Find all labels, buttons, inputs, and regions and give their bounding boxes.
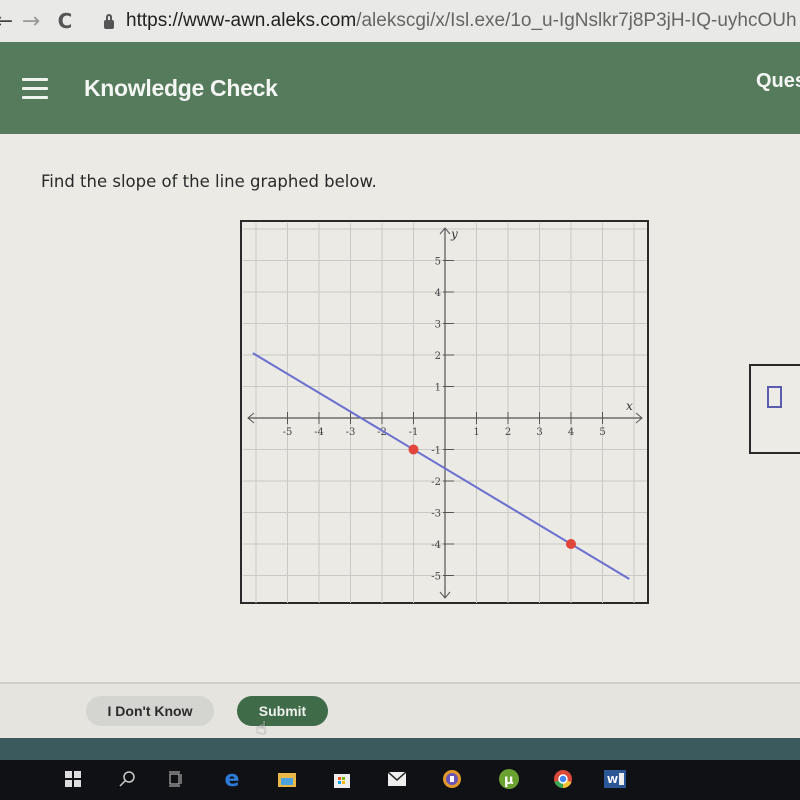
screen-edge [0,738,800,760]
page-title: Knowledge Check [84,74,278,101]
answer-input[interactable] [749,364,800,454]
footer-bar: I Don't Know Submit ☝ [0,682,800,740]
x-tick-label: 2 [505,427,511,438]
i-dont-know-button[interactable]: I Don't Know [86,696,214,726]
x-tick-label: 4 [568,427,574,438]
y-tick-label: -2 [431,477,441,488]
x-tick-label: -3 [346,427,356,438]
pointer-cursor-icon: ☝ [256,718,267,739]
y-axis-label: y [450,227,458,241]
answer-placeholder-box [767,386,782,408]
y-tick-label: 1 [435,383,441,394]
marked-point [566,539,576,549]
svg-text:W: W [607,775,618,786]
address-bar[interactable]: https://www-awn.aleks.com/alekscgi/x/Isl… [126,10,797,32]
back-button[interactable]: ← [0,9,14,34]
task-view-icon[interactable] [165,768,187,790]
y-tick-label: -4 [431,540,441,551]
x-tick-label: 3 [536,427,542,438]
coordinate-graph: -5 -4 -3 -2 -1 1 2 3 4 5-5-4-3-2-112345 x y [240,220,649,604]
word-icon[interactable]: W [604,768,626,790]
y-tick-label: -5 [431,572,441,583]
menu-icon[interactable] [22,77,48,99]
x-tick-label: 1 [473,427,479,438]
lock-icon [104,13,114,29]
y-tick-label: 2 [435,351,441,362]
y-tick-label: -1 [431,446,441,457]
x-tick-label: 5 [599,427,605,438]
x-tick-label: -1 [409,427,419,438]
browser-toolbar: ← → C https://www-awn.aleks.com/alekscgi… [0,0,800,42]
x-tick-label: -5 [283,427,293,438]
x-tick-label: -4 [314,427,324,438]
vpn-icon[interactable] [441,768,463,790]
question-prompt: Find the slope of the line graphed below… [41,172,377,191]
forward-button[interactable]: → [14,9,48,34]
y-tick-label: -3 [431,509,441,520]
x-axis-label: x [626,399,633,413]
store-icon[interactable] [331,768,353,790]
app-header: Knowledge Check Ques [0,42,800,134]
y-tick-label: 3 [435,320,441,331]
chrome-icon[interactable] [552,768,574,790]
url-host: https://www-awn.aleks.com [126,10,357,31]
mail-icon[interactable] [386,768,408,790]
svg-text:µ: µ [504,773,514,788]
windows-start-icon[interactable] [62,768,84,790]
submit-button[interactable]: Submit [237,696,328,726]
utorrent-icon[interactable]: µ [498,768,520,790]
url-path: /alekscgi/x/Isl.exe/1o_u-IgNslkr7j8P3jH-… [356,10,797,31]
reload-button[interactable]: C [48,9,82,33]
search-icon[interactable] [116,768,138,790]
taskbar: e µ W [0,760,800,800]
question-counter: Ques [755,70,800,92]
file-explorer-icon[interactable] [276,768,298,790]
y-tick-label: 4 [435,288,441,299]
edge-icon[interactable]: e [221,767,243,792]
marked-point [408,444,419,455]
y-tick-label: 5 [435,257,441,268]
question-area: Find the slope of the line graphed below… [0,134,800,682]
